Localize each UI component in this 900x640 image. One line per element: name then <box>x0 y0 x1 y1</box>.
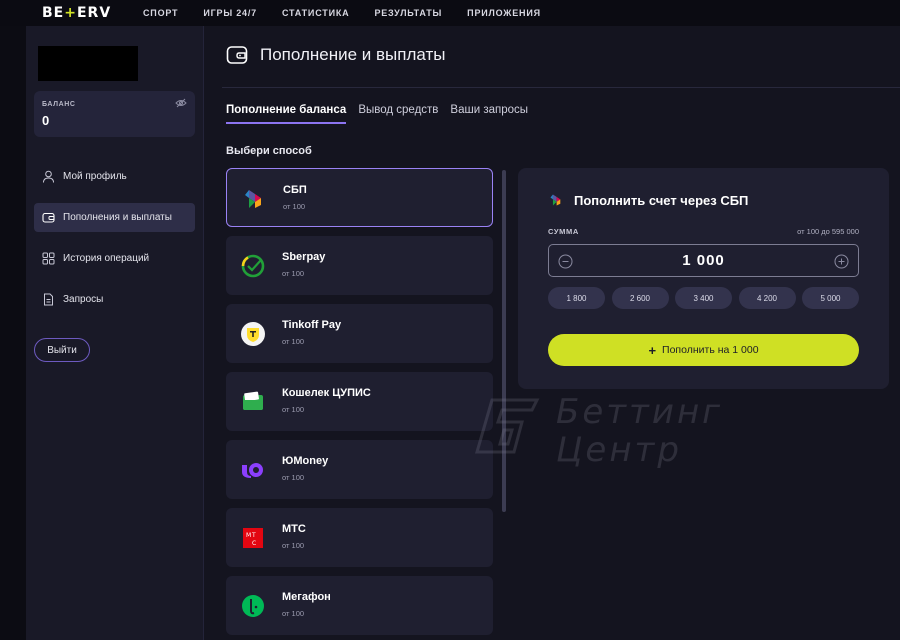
svg-text:С: С <box>252 540 256 547</box>
method-min: от 100 <box>282 405 305 414</box>
nav-sport[interactable]: СПОРТ <box>143 8 178 18</box>
megafon-icon <box>242 595 264 617</box>
wallet-icon <box>226 46 248 64</box>
sidebar-item-deposits-payouts[interactable]: Пополнения и выплаты <box>34 203 195 232</box>
watermark-line1: Беттинг <box>556 392 724 432</box>
method-min: от 100 <box>282 541 305 550</box>
method-cupis-wallet[interactable]: Кошелек ЦУПИС от 100 <box>226 372 493 431</box>
grid-icon <box>42 252 55 265</box>
amount-value[interactable]: 1 000 <box>549 252 858 269</box>
nav-statistics[interactable]: СТАТИСТИКА <box>282 8 349 18</box>
method-min: от 100 <box>283 202 306 211</box>
watermark: Беттинг Центр <box>458 392 748 472</box>
brand-logo[interactable]: BE+ERV <box>42 5 111 21</box>
yumoney-icon <box>242 463 263 478</box>
logo-text-left: BE <box>42 5 65 21</box>
balance-value: 0 <box>42 113 50 128</box>
tab-requests[interactable]: Ваши запросы <box>450 104 528 124</box>
method-sberpay[interactable]: Sberpay от 100 <box>226 236 493 295</box>
method-min: от 100 <box>282 269 305 278</box>
logo-plus: + <box>64 5 77 21</box>
method-name: СБП <box>283 184 307 196</box>
method-min: от 100 <box>282 473 305 482</box>
plus-icon: + <box>648 342 657 358</box>
method-min: от 100 <box>282 337 305 346</box>
account-sidebar: БАЛАНС 0 Мой профиль Пополнения и выплат… <box>26 26 204 640</box>
method-name: Sberpay <box>282 251 326 263</box>
tab-withdraw[interactable]: Вывод средств <box>358 104 438 124</box>
page-header: Пополнение и выплаты <box>226 44 445 66</box>
method-min: от 100 <box>282 609 305 618</box>
deposit-form-header: Пополнить счет через СБП <box>548 192 748 208</box>
sidebar-menu: Мой профиль Пополнения и выплаты История… <box>34 162 195 326</box>
main-nav: СПОРТ ИГРЫ 24/7 СТАТИСТИКА РЕЗУЛЬТАТЫ ПР… <box>143 8 566 18</box>
quick-amount-chip[interactable]: 5 000 <box>802 287 859 309</box>
balance-label: БАЛАНС <box>42 101 76 108</box>
sidebar-item-label: Мой профиль <box>63 171 127 182</box>
watermark-line2: Центр <box>556 430 682 470</box>
payment-methods-list: СБП от 100 Sberpay от 100 Tinkoff Pay от… <box>226 168 493 640</box>
tinkoff-icon <box>241 322 265 346</box>
deposit-form-card: Пополнить счет через СБП СУММА от 100 до… <box>518 168 889 389</box>
method-name: Tinkoff Pay <box>282 319 342 331</box>
logout-button[interactable]: Выйти <box>34 338 90 362</box>
sidebar-item-profile[interactable]: Мой профиль <box>34 162 195 191</box>
page-title: Пополнение и выплаты <box>260 45 446 64</box>
method-megafon[interactable]: Мегафон от 100 <box>226 576 493 635</box>
user-icon <box>43 170 54 183</box>
cupis-wallet-icon <box>243 391 263 410</box>
eye-off-icon[interactable] <box>175 97 187 109</box>
choose-method-label: Выбери способ <box>226 145 312 157</box>
deposit-form-title: Пополнить счет через СБП <box>574 192 749 208</box>
sidebar-item-requests[interactable]: Запросы <box>34 285 195 314</box>
quick-amount-chip[interactable]: 4 200 <box>738 287 796 309</box>
wallet-icon <box>42 212 55 223</box>
deposit-submit-button[interactable]: + Пополнить на 1 000 <box>548 334 859 366</box>
logo-text-right: ERV <box>76 5 112 21</box>
header-divider <box>222 87 900 88</box>
method-yumoney[interactable]: ЮMoney от 100 <box>226 440 493 499</box>
amount-input[interactable]: 1 000 <box>548 244 859 277</box>
redacted-username <box>38 46 138 81</box>
quick-amount-chip[interactable]: 1 800 <box>548 287 605 309</box>
balance-card: БАЛАНС 0 <box>34 91 195 137</box>
top-navbar: BE+ERV СПОРТ ИГРЫ 24/7 СТАТИСТИКА РЕЗУЛЬ… <box>0 0 900 26</box>
plus-circle-icon[interactable] <box>834 254 849 269</box>
document-icon <box>44 293 53 306</box>
sbp-icon <box>245 190 261 208</box>
sidebar-item-history[interactable]: История операций <box>34 244 195 273</box>
deposit-submit-label: Пополнить на 1 000 <box>662 344 759 356</box>
nav-apps[interactable]: ПРИЛОЖЕНИЯ <box>467 8 541 18</box>
method-mts[interactable]: М Т С МТС от 100 <box>226 508 493 567</box>
svg-text:Т: Т <box>251 532 256 539</box>
sidebar-item-label: История операций <box>63 253 150 264</box>
payment-tabs: Пополнение баланса Вывод средств Ваши за… <box>226 104 540 124</box>
method-name: ЮMoney <box>282 455 329 467</box>
method-sbp[interactable]: СБП от 100 <box>226 168 493 227</box>
method-name: Мегафон <box>282 591 331 603</box>
svg-text:М: М <box>246 532 251 539</box>
sberpay-icon <box>241 254 265 278</box>
method-name: Кошелек ЦУПИС <box>282 387 371 399</box>
tab-deposit[interactable]: Пополнение баланса <box>226 104 347 124</box>
quick-amount-chip[interactable]: 3 400 <box>675 287 732 309</box>
method-name: МТС <box>282 523 306 535</box>
quick-amount-chip[interactable]: 2 600 <box>611 287 669 309</box>
sidebar-item-label: Пополнения и выплаты <box>63 212 172 223</box>
amount-label: СУММА <box>548 227 579 236</box>
mts-icon: М Т С <box>243 528 263 548</box>
sbp-icon <box>550 194 561 206</box>
nav-results[interactable]: РЕЗУЛЬТАТЫ <box>374 8 442 18</box>
quick-amounts: 1 800 2 600 3 400 4 200 5 000 <box>548 287 866 309</box>
page-edge <box>0 26 26 640</box>
nav-games[interactable]: ИГРЫ 24/7 <box>203 8 257 18</box>
amount-range: от 100 до 595 000 <box>797 227 859 236</box>
watermark-logo-icon <box>475 398 540 454</box>
method-tinkoff-pay[interactable]: Tinkoff Pay от 100 <box>226 304 493 363</box>
sidebar-item-label: Запросы <box>63 294 104 305</box>
